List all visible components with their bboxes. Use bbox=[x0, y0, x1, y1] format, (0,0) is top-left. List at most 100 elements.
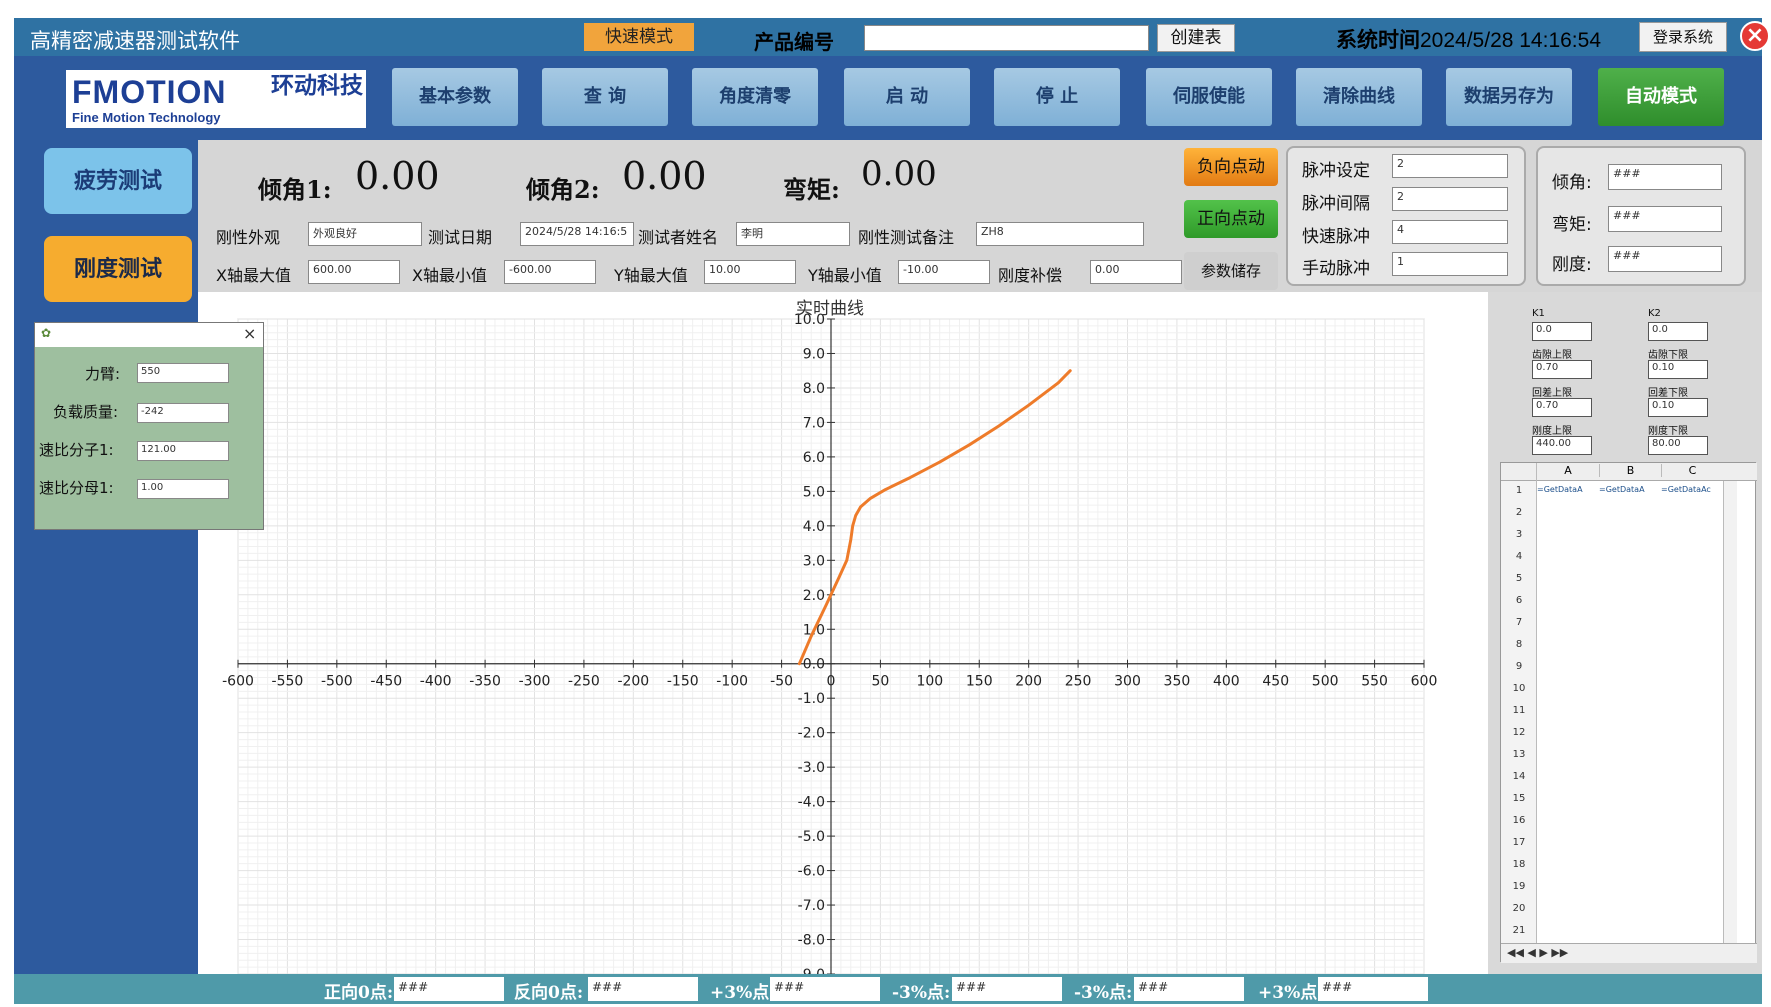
positive-jog-button[interactable]: 正向点动 bbox=[1184, 200, 1278, 238]
realtime-chart-area: -600 -550 -500 -450 -400 -350 -300 -250 -200 -150… bbox=[198, 292, 1488, 983]
xmax-input[interactable]: 600.00 bbox=[308, 260, 400, 284]
sheet-row-header: 5 bbox=[1515, 573, 1523, 584]
ymax-input[interactable]: 10.00 bbox=[704, 260, 796, 284]
backlash-upper-input[interactable]: 0.70 bbox=[1532, 360, 1592, 379]
pulse-interval-input[interactable]: 2 bbox=[1392, 187, 1508, 211]
y-tick-label: -9.0 bbox=[798, 967, 825, 974]
backlash-upper-label: 齿隙上限 bbox=[1532, 350, 1572, 361]
x-tick-label: -150 bbox=[667, 674, 699, 690]
sheet-row-header: 14 bbox=[1512, 771, 1526, 782]
stiffness-readout-label: 刚度: bbox=[1552, 255, 1592, 275]
x-tick-label: -350 bbox=[469, 674, 501, 690]
sheet-row-header: 12 bbox=[1512, 727, 1526, 738]
stiff-comp-input[interactable]: 0.00 bbox=[1090, 260, 1182, 284]
forward-zero-value: ### bbox=[394, 977, 504, 1001]
logo-main-text: FMOTION bbox=[72, 74, 227, 110]
app-title: 高精密减速器测试软件 bbox=[30, 29, 240, 53]
sheet-col-a[interactable]: A bbox=[1537, 464, 1599, 477]
return-lower-label: 回差下限 bbox=[1648, 388, 1688, 399]
realtime-chart: -600 -550 -500 -450 -400 -350 -300 -250 -200 -150… bbox=[222, 299, 1437, 983]
tester-input[interactable]: 李明 bbox=[736, 222, 850, 246]
angle-zero-button[interactable]: 角度清零 bbox=[692, 68, 818, 126]
system-time-label: 系统时间 bbox=[1336, 28, 1420, 52]
k2-input[interactable]: 0.0 bbox=[1648, 322, 1708, 341]
sheet-row-headers: 1 2 3 4 5 6 7 8 9 10 11 12 13 14 15 16 17 18 19 20 21 bbox=[1501, 481, 1537, 943]
ymin-input[interactable]: -10.00 bbox=[898, 260, 990, 284]
negative-jog-button[interactable]: 负向点动 bbox=[1184, 148, 1278, 186]
y-tick-label: 0.0 bbox=[803, 657, 825, 673]
backlash-lower-input[interactable]: 0.10 bbox=[1648, 360, 1708, 379]
tilt-readout-label: 倾角: bbox=[1552, 173, 1592, 193]
sheet-header: A B C bbox=[1501, 463, 1757, 481]
reverse-zero-label: 反向0点: bbox=[514, 983, 584, 1003]
close-icon[interactable]: × bbox=[1740, 21, 1770, 51]
sheet-cell-b1[interactable]: =GetDataA bbox=[1599, 485, 1661, 494]
ratio-num-label: 速比分子1: bbox=[39, 441, 114, 459]
remark-input[interactable]: ZH8 bbox=[976, 222, 1144, 246]
sheet-cell-c1[interactable]: =GetDataAc bbox=[1661, 485, 1723, 494]
x-tick-label: 500 bbox=[1312, 674, 1339, 690]
query-button[interactable]: 查 询 bbox=[542, 68, 668, 126]
minus3-point-label: -3%点: bbox=[892, 983, 951, 1003]
test-date-label: 测试日期 bbox=[428, 228, 493, 247]
clear-curve-button[interactable]: 清除曲线 bbox=[1296, 68, 1422, 126]
fast-pulse-label: 快速脉冲 bbox=[1302, 227, 1370, 247]
sheet-cell-a1[interactable]: =GetDataA bbox=[1537, 485, 1599, 494]
k1-input[interactable]: 0.0 bbox=[1532, 322, 1592, 341]
fast-pulse-input[interactable]: 4 bbox=[1392, 220, 1508, 244]
x-tick-label: 100 bbox=[916, 674, 943, 690]
chart-title: 实时曲线 bbox=[796, 299, 864, 319]
torque-readout-label: 弯矩: bbox=[1552, 215, 1592, 235]
create-table-button[interactable]: 创建表 bbox=[1157, 24, 1235, 52]
ratio-den-input[interactable]: 1.00 bbox=[137, 479, 229, 499]
xmin-input[interactable]: -600.00 bbox=[504, 260, 596, 284]
sheet-vscroll[interactable] bbox=[1723, 481, 1737, 943]
return-lower-input[interactable]: 0.10 bbox=[1648, 398, 1708, 417]
sheet-nav-bar[interactable]: ◀◀ ◀ ▶ ▶▶ bbox=[1501, 943, 1757, 963]
stiffness-test-button[interactable]: 刚度测试 bbox=[44, 236, 192, 302]
remark-label: 刚性测试备注 bbox=[858, 228, 955, 247]
x-tick-label: 150 bbox=[966, 674, 993, 690]
stiff-lower-input[interactable]: 80.00 bbox=[1648, 436, 1708, 455]
sheet-col-c[interactable]: C bbox=[1661, 464, 1723, 477]
x-tick-label: 350 bbox=[1164, 674, 1191, 690]
logo-sub-text: Fine Motion Technology bbox=[72, 110, 221, 125]
return-upper-input[interactable]: 0.70 bbox=[1532, 398, 1592, 417]
status-bar: 正向0点: ### 反向0点: ### +3%点: ### -3%点: ### … bbox=[14, 974, 1762, 1004]
sheet-row-header: 18 bbox=[1512, 859, 1526, 870]
appearance-input[interactable]: 外观良好 bbox=[308, 222, 422, 246]
servo-enable-button[interactable]: 伺服使能 bbox=[1146, 68, 1272, 126]
data-spreadsheet[interactable]: A B C =GetDataA =GetDataA =GetDataAc 123… bbox=[1500, 462, 1757, 963]
basic-params-button[interactable]: 基本参数 bbox=[392, 68, 518, 126]
ratio-num-input[interactable]: 121.00 bbox=[137, 441, 229, 461]
minus3-point-value-2: ### bbox=[1134, 977, 1244, 1001]
ymin-label: Y轴最小值 bbox=[808, 266, 882, 285]
pulse-set-input[interactable]: 2 bbox=[1392, 154, 1508, 178]
y-tick-label: 2.0 bbox=[803, 588, 825, 604]
start-button[interactable]: 启 动 bbox=[844, 68, 970, 126]
arm-input[interactable]: 550 bbox=[137, 363, 229, 383]
test-date-input[interactable]: 2024/5/28 14:16:5 bbox=[520, 222, 634, 246]
x-tick-label: -450 bbox=[370, 674, 402, 690]
fatigue-test-button[interactable]: 疲劳测试 bbox=[44, 148, 192, 214]
auto-mode-button[interactable]: 自动模式 bbox=[1598, 68, 1724, 126]
x-tick-label: -50 bbox=[770, 674, 793, 690]
mode-badge[interactable]: 快速模式 bbox=[584, 23, 694, 51]
stiff-upper-input[interactable]: 440.00 bbox=[1532, 436, 1592, 455]
manual-pulse-input[interactable]: 1 bbox=[1392, 252, 1508, 276]
sheet-col-b[interactable]: B bbox=[1599, 464, 1661, 477]
params-float-window: ✿ × 力臂: 550 负载质量: -242 速比分子1: 121.00 速比分… bbox=[34, 322, 264, 530]
x-tick-label: -200 bbox=[617, 674, 649, 690]
close-icon[interactable]: × bbox=[243, 324, 256, 343]
product-input[interactable] bbox=[864, 25, 1149, 51]
save-params-button[interactable]: 参数储存 bbox=[1184, 252, 1278, 290]
appearance-label: 刚性外观 bbox=[216, 228, 281, 247]
stop-button[interactable]: 停 止 bbox=[994, 68, 1120, 126]
y-tick-label: 9.0 bbox=[803, 346, 825, 362]
load-mass-input[interactable]: -242 bbox=[137, 403, 229, 423]
login-button[interactable]: 登录系统 bbox=[1639, 22, 1727, 52]
float-window-header: ✿ × bbox=[35, 323, 263, 347]
x-tick-label: 550 bbox=[1361, 674, 1388, 690]
save-data-as-button[interactable]: 数据另存为 bbox=[1446, 68, 1572, 126]
sheet-row-header: 2 bbox=[1515, 507, 1523, 518]
